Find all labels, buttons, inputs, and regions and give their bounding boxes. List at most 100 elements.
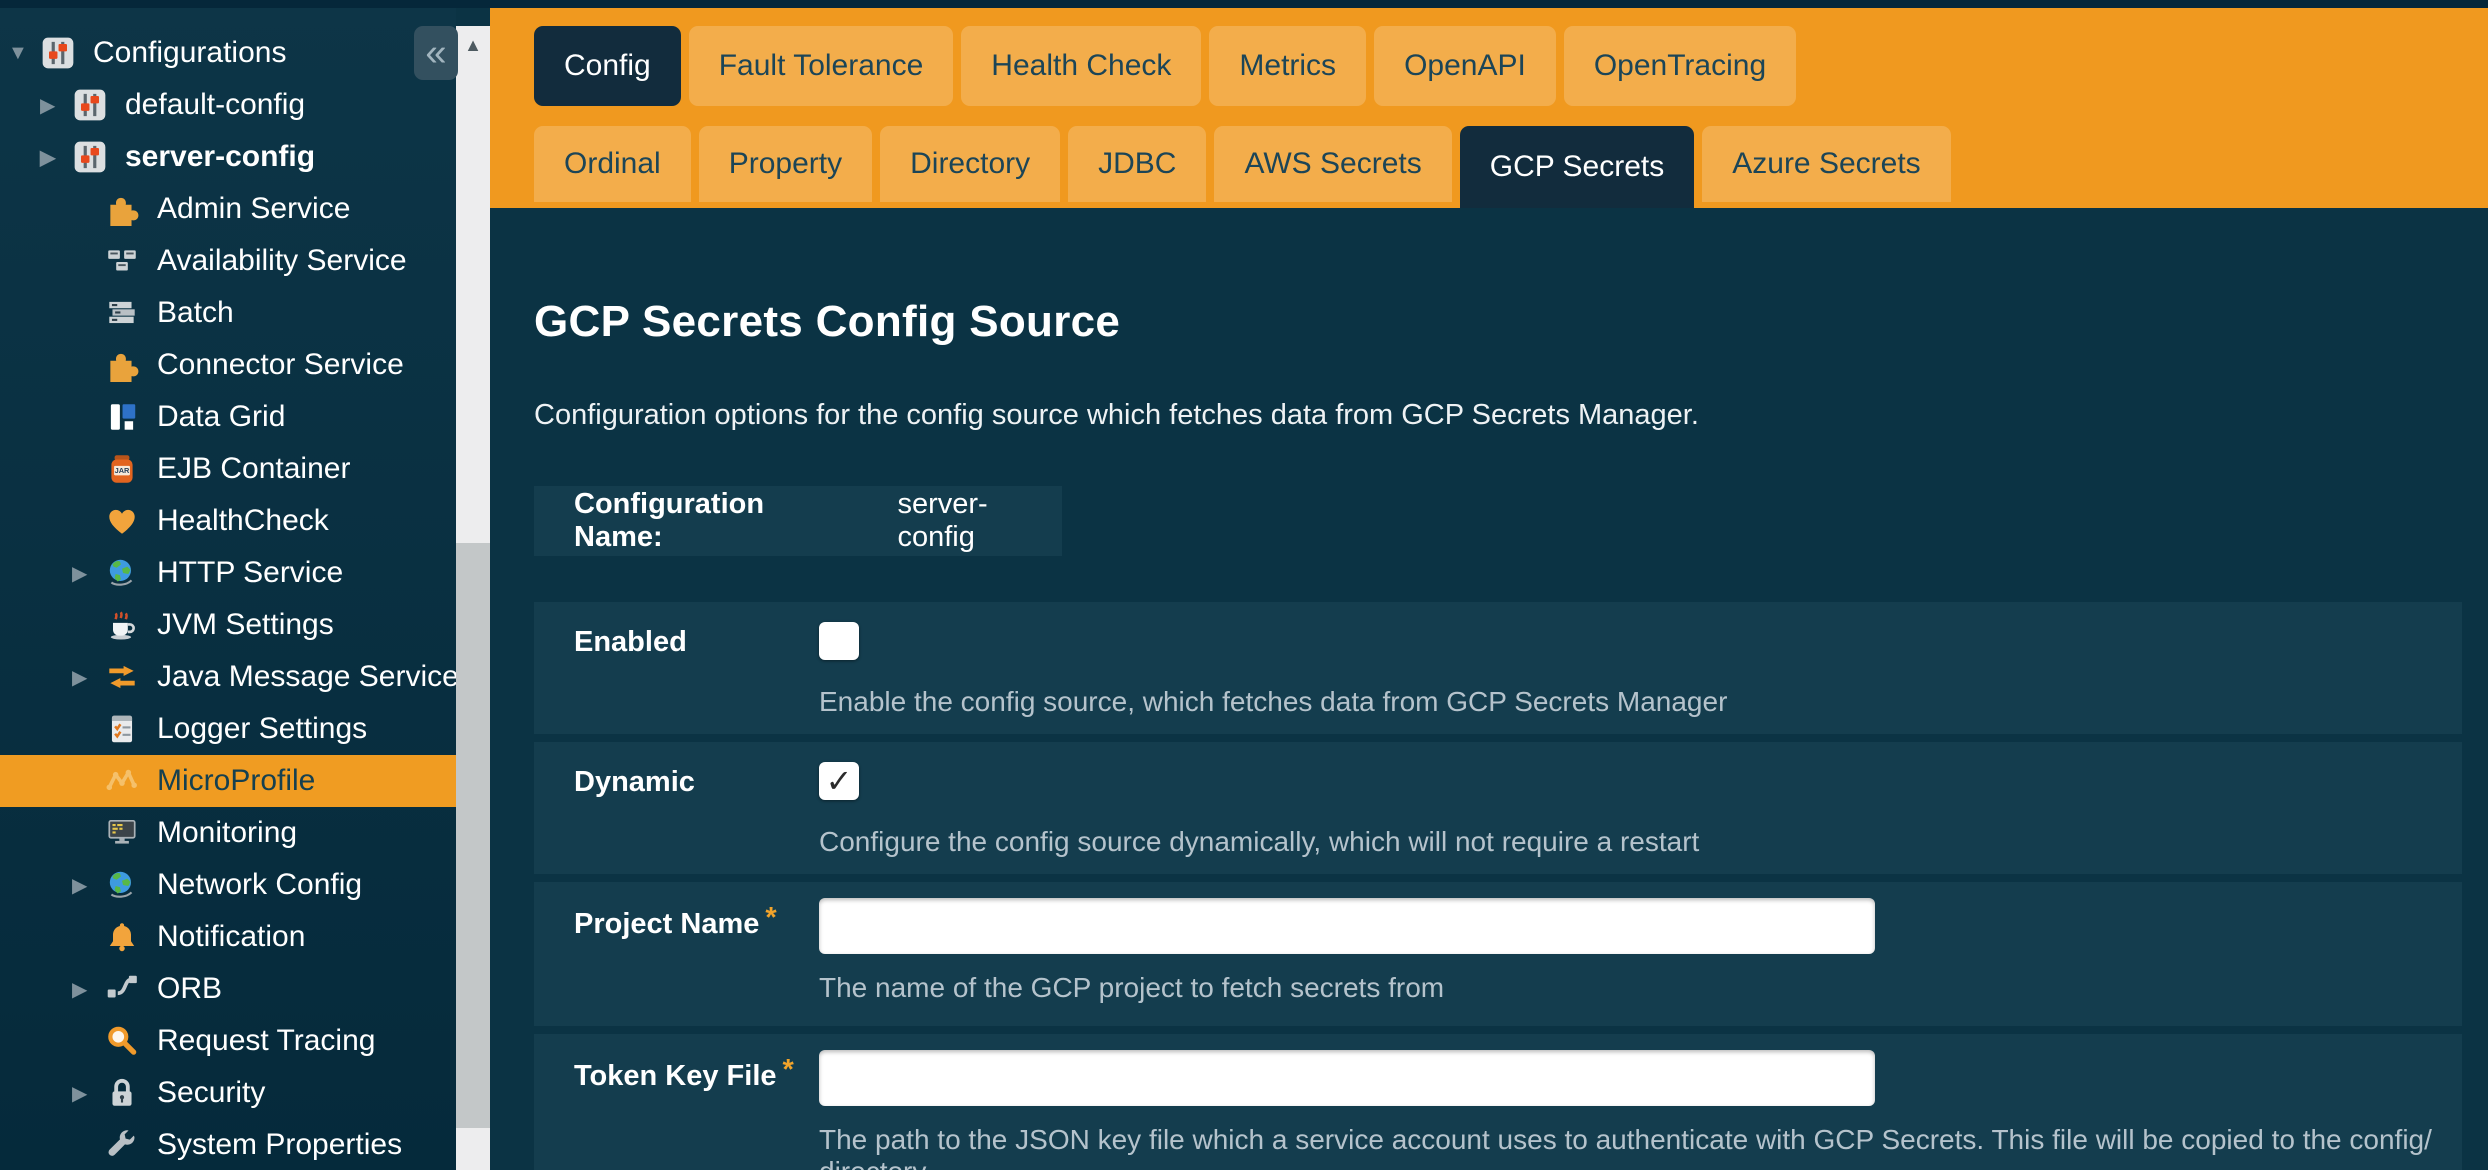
sidebar-item-label: Network Config (157, 868, 362, 902)
coffee-icon (104, 607, 140, 643)
tab-openapi[interactable]: OpenAPI (1374, 26, 1556, 106)
sidebar-item-label: ORB (157, 972, 222, 1006)
sidebar-item-label: EJB Container (157, 452, 350, 486)
globe-icon (104, 867, 140, 903)
sidebar-item-network-config[interactable]: ▶ Network Config (0, 859, 456, 911)
sidebar-item-java-message-service[interactable]: ▶ Java Message Service (0, 651, 456, 703)
sidebar-item-microprofile[interactable]: MicroProfile (0, 755, 456, 807)
sidebar-item-label: HTTP Service (157, 556, 343, 590)
field-row-enabled: Enabled Enable the config source, which … (534, 602, 2462, 734)
tab-jdbc[interactable]: JDBC (1068, 126, 1206, 202)
scroll-up-button[interactable]: ▲ (456, 26, 490, 64)
tab-fault-tolerance[interactable]: Fault Tolerance (689, 26, 954, 106)
data-grid-icon (104, 399, 140, 435)
caret-right-icon[interactable]: ▶ (40, 93, 72, 118)
sidebar-item-label: System Properties (157, 1128, 402, 1162)
caret-right-icon[interactable]: ▶ (72, 1081, 104, 1106)
form-rows: Enabled Enable the config source, which … (534, 602, 2462, 1170)
wrench-icon (104, 1127, 140, 1163)
microprofile-icon (104, 763, 140, 799)
caret-right-icon[interactable]: ▶ (72, 977, 104, 1002)
page-description: Configuration options for the config sou… (534, 398, 2462, 432)
primary-tabs: Config Fault Tolerance Health Check Metr… (534, 8, 2488, 106)
cluster-icon (104, 243, 140, 279)
required-marker: * (783, 1054, 794, 1086)
sliders-icon (40, 35, 76, 71)
sidebar-item-notification[interactable]: Notification (0, 911, 456, 963)
sidebar-item-label: HealthCheck (157, 504, 329, 538)
required-marker: * (765, 902, 776, 934)
sidebar-item-label: Monitoring (157, 816, 297, 850)
cable-icon (104, 971, 140, 1007)
page-body: GCP Secrets Config Source Configuration … (490, 296, 2488, 1170)
page-title: GCP Secrets Config Source (534, 296, 2462, 348)
enabled-checkbox[interactable] (819, 622, 859, 660)
field-help-text: Enable the config source, which fetches … (819, 686, 2438, 718)
sidebar-item-security[interactable]: ▶ Security (0, 1067, 456, 1119)
lock-icon (104, 1075, 140, 1111)
sidebar-item-connector-service[interactable]: Connector Service (0, 339, 456, 391)
tab-opentracing[interactable]: OpenTracing (1564, 26, 1796, 106)
sidebar-item-label: Configurations (93, 36, 286, 70)
monitor-icon (104, 815, 140, 851)
field-label: Project Name* (574, 898, 819, 941)
dynamic-checkbox[interactable]: ✓ (819, 762, 859, 800)
token-key-file-input[interactable] (819, 1050, 1875, 1106)
sidebar-tree: ▼ Configurations ▶ default-config ▶ serv… (0, 0, 456, 1170)
sidebar-item-ejb-container[interactable]: JAR EJB Container (0, 443, 456, 495)
sidebar-item-default-config[interactable]: ▶ default-config (0, 79, 456, 131)
sidebar-item-admin-service[interactable]: Admin Service (0, 183, 456, 235)
tab-metrics[interactable]: Metrics (1209, 26, 1366, 106)
sidebar-item-http-service[interactable]: ▶ HTTP Service (0, 547, 456, 599)
sidebar-item-label: MicroProfile (157, 764, 315, 798)
field-help-text: The name of the GCP project to fetch sec… (819, 972, 2438, 1004)
tab-property[interactable]: Property (699, 126, 872, 202)
notepad-icon (104, 711, 140, 747)
sidebar-item-data-grid[interactable]: Data Grid (0, 391, 456, 443)
tab-aws-secrets[interactable]: AWS Secrets (1214, 126, 1451, 202)
sidebar-collapse-button[interactable]: « (414, 26, 458, 80)
sidebar-item-orb[interactable]: ▶ ORB (0, 963, 456, 1015)
sliders-icon (72, 87, 108, 123)
sidebar-item-server-config[interactable]: ▶ server-config (0, 131, 456, 183)
scroll-up-icon: ▲ (464, 35, 482, 56)
scrollbar-thumb[interactable] (456, 543, 490, 1128)
puzzle-icon (104, 191, 140, 227)
collapse-icon: « (425, 34, 446, 72)
sidebar-item-configurations[interactable]: ▼ Configurations (0, 27, 456, 79)
caret-right-icon[interactable]: ▶ (40, 145, 72, 170)
sidebar-item-label: Notification (157, 920, 305, 954)
field-label: Enabled (574, 622, 819, 659)
sidebar-item-label: Connector Service (157, 348, 404, 382)
batch-icon (104, 295, 140, 331)
sidebar-item-jvm-settings[interactable]: JVM Settings (0, 599, 456, 651)
sidebar-item-system-properties[interactable]: System Properties (0, 1119, 456, 1170)
sidebar-item-monitoring[interactable]: Monitoring (0, 807, 456, 859)
caret-right-icon[interactable]: ▶ (72, 561, 104, 586)
field-row-token-key-file: Token Key File* The path to the JSON key… (534, 1034, 2462, 1170)
field-help-text: The path to the JSON key file which a se… (819, 1124, 2438, 1170)
main-content: Config Fault Tolerance Health Check Metr… (490, 8, 2488, 1170)
sidebar-item-label: Logger Settings (157, 712, 367, 746)
sidebar-scrollbar[interactable]: ▲ (456, 26, 490, 1170)
tab-band: Config Fault Tolerance Health Check Metr… (490, 8, 2488, 208)
configuration-name-value: server-config (897, 488, 1062, 554)
sidebar-item-healthcheck[interactable]: HealthCheck (0, 495, 456, 547)
tab-directory[interactable]: Directory (880, 126, 1060, 202)
sidebar-item-logger-settings[interactable]: Logger Settings (0, 703, 456, 755)
sidebar-item-availability-service[interactable]: Availability Service (0, 235, 456, 287)
configuration-name-panel: Configuration Name: server-config (534, 486, 1062, 556)
caret-down-icon[interactable]: ▼ (8, 42, 40, 65)
sidebar-item-label: default-config (125, 88, 305, 122)
tab-config[interactable]: Config (534, 26, 681, 106)
caret-right-icon[interactable]: ▶ (72, 873, 104, 898)
tab-azure-secrets[interactable]: Azure Secrets (1702, 126, 1950, 202)
tab-ordinal[interactable]: Ordinal (534, 126, 691, 202)
sidebar-item-batch[interactable]: Batch (0, 287, 456, 339)
sidebar-item-label: Data Grid (157, 400, 285, 434)
sidebar-item-request-tracing[interactable]: Request Tracing (0, 1015, 456, 1067)
tab-gcp-secrets[interactable]: GCP Secrets (1460, 126, 1695, 208)
tab-health-check[interactable]: Health Check (961, 26, 1201, 106)
caret-right-icon[interactable]: ▶ (72, 665, 104, 690)
project-name-input[interactable] (819, 898, 1875, 954)
